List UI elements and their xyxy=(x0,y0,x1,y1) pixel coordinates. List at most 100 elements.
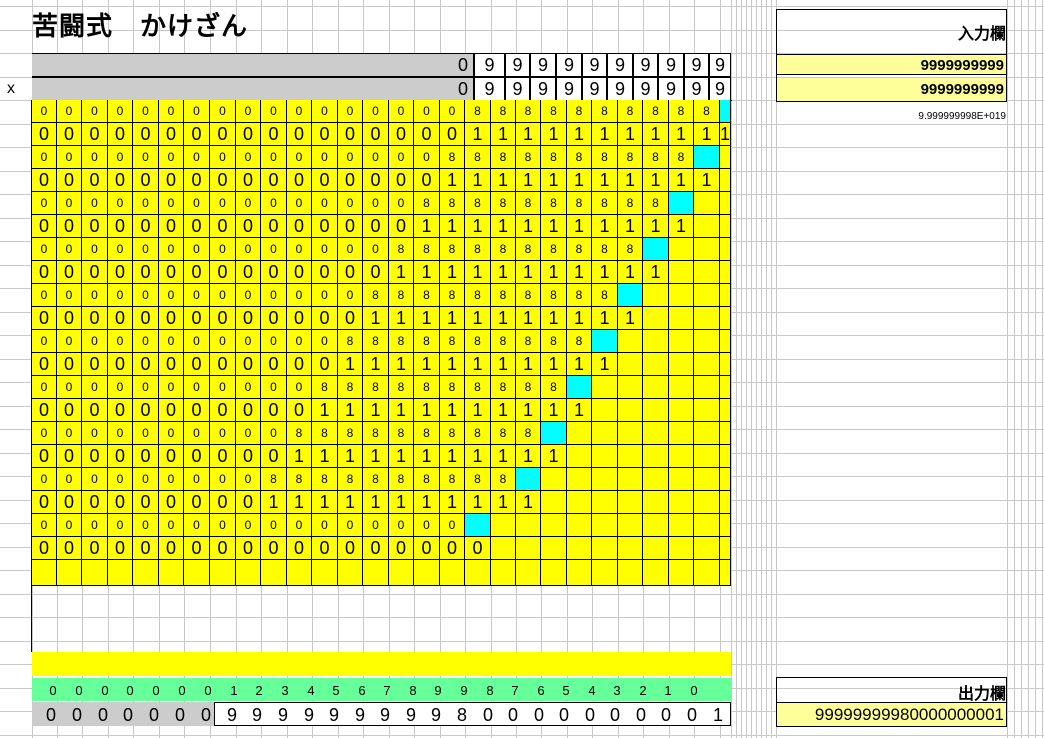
partial-cell-small: 0 xyxy=(108,192,133,215)
partial-cell-small: 0 xyxy=(108,330,133,353)
partial-cell-large: 1 xyxy=(338,353,363,376)
partial-cell-small: 8 xyxy=(541,192,567,215)
partial-cell-large: 1 xyxy=(592,215,618,238)
partial-cell-small: 0 xyxy=(363,146,389,169)
partial-cell-large: 0 xyxy=(57,169,82,192)
partial-cell-small: 8 xyxy=(440,146,465,169)
carry-digit: 5 xyxy=(332,683,340,698)
partial-cell-large: 1 xyxy=(465,123,491,146)
partial-cell-large: 0 xyxy=(32,353,57,376)
partial-cell-large: 0 xyxy=(82,491,108,514)
operand-digit: 9 xyxy=(633,77,658,101)
partial-cell-small: 0 xyxy=(338,192,363,215)
partial-cell-large: 0 xyxy=(312,215,338,238)
result-digit: 8 xyxy=(456,705,467,725)
result-digit: 0 xyxy=(200,705,211,725)
partial-cell-small: 0 xyxy=(133,238,159,261)
carry-digit: 0 xyxy=(178,683,186,698)
partial-cell-large: 0 xyxy=(159,399,184,422)
partial-cell-small: 8 xyxy=(389,284,414,307)
result-digit: 9 xyxy=(251,705,262,725)
partial-cell-small: 8 xyxy=(541,100,567,123)
partial-cell-small xyxy=(643,422,669,445)
input-b-field[interactable]: 9999999999 xyxy=(777,78,1006,101)
partial-cell-small: 8 xyxy=(618,100,643,123)
partial-cell-large: 0 xyxy=(82,445,108,468)
partial-cell-large: 0 xyxy=(363,169,389,192)
partial-cell-large: 1 xyxy=(669,123,694,146)
carry-digit: 4 xyxy=(307,683,315,698)
partial-cell-large: 0 xyxy=(184,353,210,376)
partial-cell-large xyxy=(516,537,541,560)
partial-cell-small xyxy=(694,330,720,353)
partial-cell-large: 1 xyxy=(312,445,338,468)
partial-cell-large: 1 xyxy=(414,491,440,514)
partial-cell-small xyxy=(567,468,592,491)
partial-cell-small: 0 xyxy=(236,468,261,491)
partial-cell-large: 1 xyxy=(440,169,465,192)
partial-cell-large: 0 xyxy=(57,399,82,422)
carry-digit: 9 xyxy=(460,683,468,698)
partial-cell-large: 0 xyxy=(210,399,236,422)
partial-cell-large: 0 xyxy=(287,307,312,330)
partial-cell-large: 1 xyxy=(516,445,541,468)
partial-cell-small xyxy=(669,330,694,353)
partial-cell-large: 0 xyxy=(236,261,261,284)
partial-cell-small: 0 xyxy=(236,376,261,399)
partial-cell-large xyxy=(720,399,731,422)
partial-cell-small xyxy=(669,192,694,215)
partial-cell-large xyxy=(541,537,567,560)
partial-cell-small: 8 xyxy=(465,100,491,123)
partial-cell-small: 0 xyxy=(159,238,184,261)
partial-cell-small: 8 xyxy=(643,100,669,123)
partial-cell-small: 8 xyxy=(592,284,618,307)
operand-digit: 9 xyxy=(474,77,505,101)
partial-cell-large: 0 xyxy=(312,307,338,330)
partial-cell-large: 0 xyxy=(184,445,210,468)
partial-cell-large: 1 xyxy=(389,307,414,330)
operand-grey-bar xyxy=(32,77,474,101)
partial-cell-small: 0 xyxy=(210,330,236,353)
partial-cell-empty xyxy=(363,560,389,586)
partial-cell-large: 0 xyxy=(159,491,184,514)
partial-cell-small: 8 xyxy=(389,468,414,491)
partial-cell-large: 1 xyxy=(516,123,541,146)
partial-cell-large xyxy=(618,353,643,376)
operand-digit: 9 xyxy=(582,77,607,101)
partial-cell-large: 1 xyxy=(465,353,491,376)
partial-cell-large: 0 xyxy=(108,215,133,238)
partial-cell-large: 1 xyxy=(465,307,491,330)
partial-cell-small: 0 xyxy=(108,284,133,307)
output-field[interactable]: 99999999980000000001 xyxy=(777,702,1006,726)
partial-cell-small xyxy=(669,514,694,537)
partial-cell-small: 0 xyxy=(261,100,287,123)
partial-cell-large xyxy=(694,353,720,376)
partial-cell-large xyxy=(592,445,618,468)
partial-cell-large: 0 xyxy=(210,307,236,330)
partial-cell-large: 0 xyxy=(210,353,236,376)
partial-cell-empty xyxy=(491,560,516,586)
partial-cell-empty xyxy=(440,560,465,586)
partial-cell-small: 0 xyxy=(261,376,287,399)
partial-cell-small xyxy=(567,376,592,399)
partial-cell-small: 8 xyxy=(491,422,516,445)
partial-cell-small: 8 xyxy=(516,238,541,261)
partial-cell-large: 1 xyxy=(491,399,516,422)
partial-cell-large xyxy=(643,399,669,422)
partial-cell-large: 1 xyxy=(618,261,643,284)
partial-cell-small: 0 xyxy=(414,146,440,169)
partial-cell-small: 0 xyxy=(287,330,312,353)
input-a-field[interactable]: 9999999999 xyxy=(777,54,1006,75)
partial-cell-large: 1 xyxy=(465,169,491,192)
partial-cell-small: 0 xyxy=(82,422,108,445)
partial-cell-large xyxy=(694,445,720,468)
operand-digit: 0 xyxy=(453,77,474,101)
partial-cell-small: 0 xyxy=(363,100,389,123)
partial-cell-large: 0 xyxy=(261,307,287,330)
partial-cell-large: 1 xyxy=(440,307,465,330)
partial-cell-large: 1 xyxy=(567,215,592,238)
partial-cell-large: 1 xyxy=(465,215,491,238)
partial-cell-small: 0 xyxy=(159,422,184,445)
carry-digit: 8 xyxy=(486,683,494,698)
partial-cell-large: 0 xyxy=(414,537,440,560)
